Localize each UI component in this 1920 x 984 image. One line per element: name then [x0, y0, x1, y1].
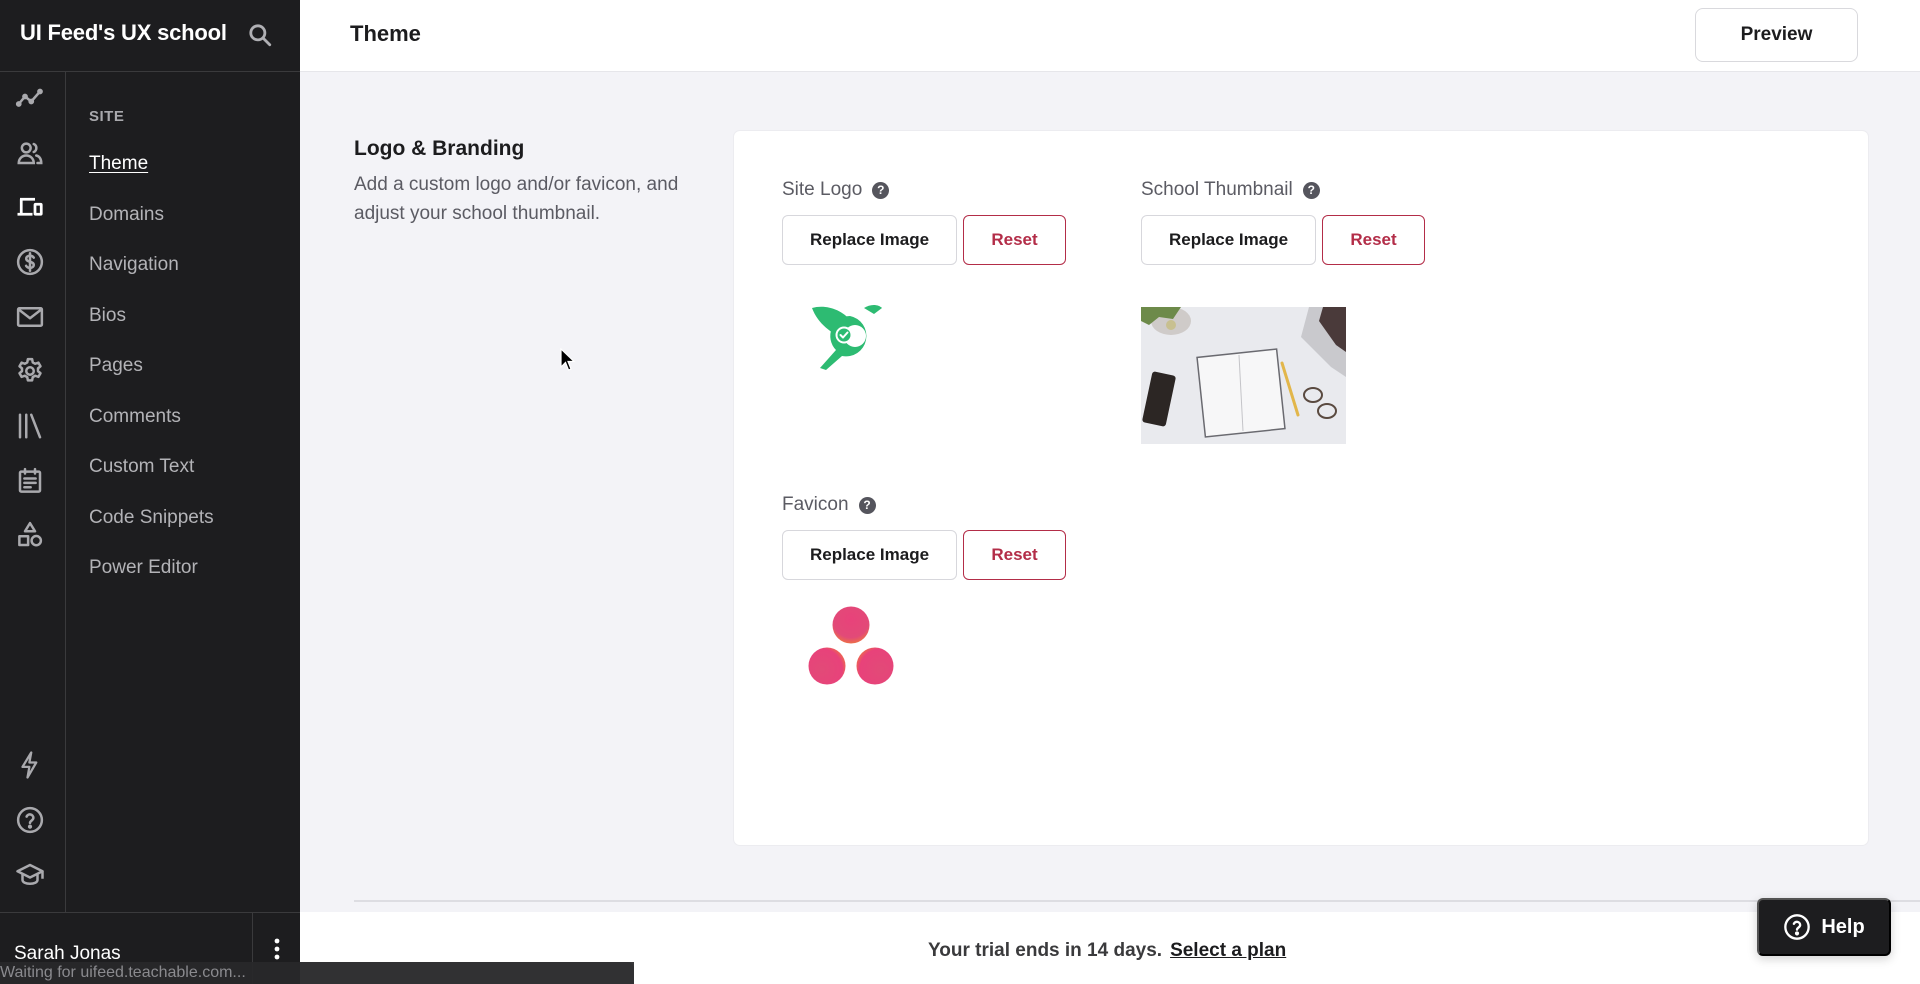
- subnav-item-domains[interactable]: Domains: [89, 204, 164, 226]
- select-plan-link[interactable]: Select a plan: [1170, 940, 1286, 961]
- subnav-item-bios[interactable]: Bios: [89, 305, 126, 327]
- help-tooltip-icon[interactable]: ?: [1302, 181, 1320, 199]
- help-button-label: Help: [1821, 915, 1865, 938]
- favicon-replace-button[interactable]: Replace Image: [782, 530, 957, 580]
- library-icon[interactable]: [13, 409, 47, 443]
- favicon-field: Favicon ? Replace Image Reset: [782, 493, 1066, 685]
- site-logo-reset-button[interactable]: Reset: [963, 215, 1066, 265]
- branding-card: Site Logo ? Replace Image Reset School T…: [734, 131, 1868, 845]
- section-description: Add a custom logo and/or favicon, and ad…: [354, 174, 679, 224]
- school-thumbnail-image: [1141, 307, 1346, 444]
- site-devices-icon[interactable]: [13, 191, 47, 225]
- subnav-item-pages[interactable]: Pages: [89, 355, 143, 377]
- search-icon[interactable]: [247, 22, 273, 48]
- section-title: Logo & Branding: [354, 137, 525, 160]
- icon-rail: [0, 72, 66, 912]
- sidebar-header: UI Feed's UX school: [0, 0, 300, 72]
- page-header: Theme Preview: [300, 0, 1920, 72]
- school-name[interactable]: UI Feed's UX school: [20, 20, 227, 46]
- help-tooltip-icon[interactable]: ?: [858, 496, 876, 514]
- lightning-icon[interactable]: [13, 748, 47, 782]
- shapes-icon[interactable]: [13, 518, 47, 552]
- site-logo-label: Site Logo: [782, 179, 863, 200]
- settings-gear-icon[interactable]: [13, 354, 47, 388]
- help-button[interactable]: Help: [1757, 898, 1891, 956]
- emails-icon[interactable]: [13, 300, 47, 334]
- trial-message: Your trial ends in 14 days.: [928, 940, 1163, 961]
- subnav-item-code-snippets[interactable]: Code Snippets: [89, 507, 214, 529]
- subnav-heading: SITE: [89, 108, 125, 125]
- sidebar: UI Feed's UX school SITE Theme Domains N…: [0, 0, 300, 984]
- browser-status-bar: Waiting for uifeed.teachable.com...: [0, 962, 634, 984]
- trial-message-row: Your trial ends in 14 days. Select a plan: [928, 940, 1286, 962]
- help-circle-icon: [1784, 914, 1811, 940]
- site-logo-label-row: Site Logo ?: [782, 178, 1066, 202]
- graduation-cap-icon[interactable]: [13, 858, 47, 892]
- school-thumbnail-label: School Thumbnail: [1141, 179, 1293, 200]
- site-logo-image: [812, 298, 887, 378]
- browser-status-text: Waiting for uifeed.teachable.com...: [0, 964, 246, 981]
- site-logo-replace-button[interactable]: Replace Image: [782, 215, 957, 265]
- help-tooltip-icon[interactable]: ?: [872, 181, 890, 199]
- mouse-cursor-icon: [560, 347, 576, 377]
- sales-dollar-icon[interactable]: [13, 245, 47, 279]
- subnav-item-theme[interactable]: Theme: [89, 153, 148, 175]
- favicon-label-row: Favicon ?: [782, 493, 1066, 517]
- subnav-item-comments[interactable]: Comments: [89, 406, 181, 428]
- site-subnav: SITE Theme Domains Navigation Bios Pages…: [66, 72, 300, 912]
- favicon-reset-button[interactable]: Reset: [963, 530, 1066, 580]
- site-logo-field: Site Logo ? Replace Image Reset: [782, 178, 1066, 370]
- favicon-image: [806, 605, 896, 687]
- school-thumbnail-field: School Thumbnail ? Replace Image Reset: [1141, 178, 1425, 444]
- school-thumbnail-actions: Replace Image Reset: [1141, 215, 1425, 265]
- analytics-icon[interactable]: [13, 82, 47, 116]
- subnav-item-navigation[interactable]: Navigation: [89, 254, 179, 276]
- school-thumbnail-label-row: School Thumbnail ?: [1141, 178, 1425, 202]
- school-thumbnail-reset-button[interactable]: Reset: [1322, 215, 1425, 265]
- users-icon[interactable]: [13, 136, 47, 170]
- calendar-icon[interactable]: [13, 464, 47, 498]
- site-logo-actions: Replace Image Reset: [782, 215, 1066, 265]
- favicon-label: Favicon: [782, 494, 849, 515]
- school-thumbnail-replace-button[interactable]: Replace Image: [1141, 215, 1316, 265]
- page-title: Theme: [350, 21, 421, 46]
- preview-button[interactable]: Preview: [1695, 8, 1858, 62]
- favicon-actions: Replace Image Reset: [782, 530, 1066, 580]
- section-divider: [354, 900, 1920, 902]
- subnav-item-power-editor[interactable]: Power Editor: [89, 557, 198, 579]
- subnav-item-custom-text[interactable]: Custom Text: [89, 456, 194, 478]
- help-circle-icon[interactable]: [13, 803, 47, 837]
